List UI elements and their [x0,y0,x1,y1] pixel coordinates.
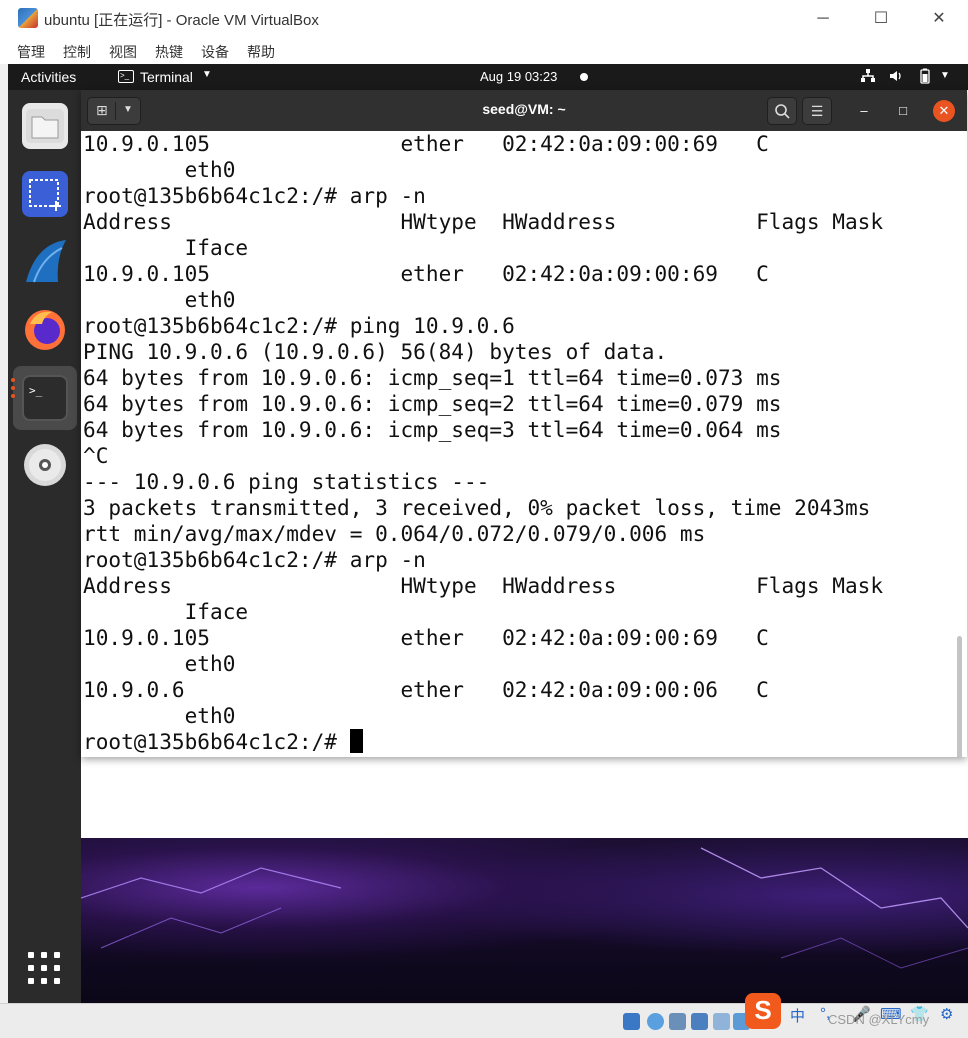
menu-manage[interactable]: 管理 [17,42,45,62]
firefox-icon[interactable] [22,306,68,352]
terminal-line: 64 bytes from 10.9.0.6: icmp_seq=2 ttl=6… [83,391,782,416]
chevron-down-icon: ▼ [202,69,212,80]
hamburger-menu-button[interactable]: ☰ [802,97,832,125]
screenshot-icon[interactable] [22,171,68,217]
network-icon[interactable] [860,68,876,87]
host-titlebar: ubuntu [正在运行] - Oracle VM VirtualBox ─ ☐… [0,0,968,38]
terminal-app-icon: >_ [118,70,134,83]
network-adapter-icon[interactable] [691,1013,708,1030]
usb-icon[interactable] [713,1013,730,1030]
terminal-line: eth0 [83,651,236,676]
terminal-scrollbar[interactable] [957,636,962,757]
terminal-line: Address HWtype HWaddress Flags Mask [83,573,884,598]
activities-button[interactable]: Activities [21,69,76,85]
terminal-line: Iface [83,599,249,624]
svg-text:>_: >_ [29,384,43,397]
host-menubar: 管理 控制 视图 热键 设备 帮助 [0,38,968,64]
terminal-maximize-button[interactable]: □ [892,100,914,122]
terminal-line: root@135b6b64c1c2:/# arp -n [83,183,426,208]
terminal-line: root@135b6b64c1c2:/# ping 10.9.0.6 [83,313,515,338]
ime-tools-icon[interactable]: ⚙ [940,1005,953,1023]
virtualbox-icon [18,8,38,28]
terminal-line: Address HWtype HWaddress Flags Mask [83,209,884,234]
terminal-line: eth0 [83,703,236,728]
terminal-line: ^C [83,443,109,468]
search-button[interactable] [767,97,797,125]
terminal-line: Iface [83,235,249,260]
terminal-prompt-line[interactable]: root@135b6b64c1c2:/# [83,729,883,755]
host-maximize-button[interactable]: ☐ [866,8,896,30]
terminal-line: eth0 [83,157,236,182]
terminal-window[interactable]: ⊞ ▼ seed@VM: ~ ☰ – □ ✕ 10.9.0.105 ether … [81,90,967,757]
menu-control[interactable]: 控制 [63,42,91,62]
audio-icon[interactable] [669,1013,686,1030]
terminal-line: root@135b6b64c1c2:/# arp -n [83,547,426,572]
terminal-line: 10.9.0.105 ether 02:42:0a:09:00:69 C [83,625,769,650]
terminal-line: 3 packets transmitted, 3 received, 0% pa… [83,495,871,520]
csdn-watermark: CSDN @XLYcmy [828,1012,930,1027]
search-icon [775,104,790,119]
terminal-line: 64 bytes from 10.9.0.6: icmp_seq=3 ttl=6… [83,417,782,442]
terminal-line: eth0 [83,287,236,312]
wallpaper [80,838,968,1003]
menu-help[interactable]: 帮助 [247,42,275,62]
terminal-line: 10.9.0.105 ether 02:42:0a:09:00:69 C [83,131,769,156]
storage-icon[interactable] [623,1013,640,1030]
host-left-edge [0,64,8,1003]
battery-icon[interactable] [916,68,934,87]
terminal-line: PING 10.9.0.6 (10.9.0.6) 56(84) bytes of… [83,339,668,364]
system-menu-chevron-icon[interactable]: ▼ [940,70,950,81]
files-icon[interactable] [22,103,68,149]
terminal-line: 64 bytes from 10.9.0.6: icmp_seq=1 ttl=6… [83,365,782,390]
dvd-icon[interactable] [22,442,68,488]
host-close-button[interactable]: ✕ [924,8,954,30]
terminal-minimize-button[interactable]: – [853,100,875,122]
optical-drive-icon[interactable] [647,1013,664,1030]
terminal-headerbar[interactable]: ⊞ ▼ seed@VM: ~ ☰ – □ ✕ [81,90,967,131]
host-window-title: ubuntu [正在运行] - Oracle VM VirtualBox [44,12,319,29]
show-applications-icon[interactable] [28,952,62,986]
menu-devices[interactable]: 设备 [201,42,229,62]
terminal-title: seed@VM: ~ [482,101,566,117]
terminal-icon[interactable]: >_ [22,375,68,421]
terminal-text: 10.9.0.105 ether 02:42:0a:09:00:69 C eth… [83,131,883,755]
terminal-line: 10.9.0.105 ether 02:42:0a:09:00:69 C [83,261,769,286]
host-minimize-button[interactable]: ─ [808,8,838,30]
wireshark-icon[interactable] [22,238,68,284]
sogou-ime-icon[interactable]: S [745,993,781,1029]
notification-dot-icon [580,73,588,81]
terminal-line: --- 10.9.0.6 ping statistics --- [83,469,490,494]
terminal-close-button[interactable]: ✕ [933,100,955,122]
ubuntu-topbar: Activities >_ Terminal ▼ Aug 19 03:23 ▼ [8,64,968,90]
terminal-line: rtt min/avg/max/mdev = 0.064/0.072/0.079… [83,521,706,546]
dock: >_ [8,90,81,1003]
menu-view[interactable]: 视图 [109,42,137,62]
ime-language-indicator[interactable]: 中 [790,1005,805,1026]
menu-hotkeys[interactable]: 热键 [155,42,183,62]
clock-button[interactable]: Aug 19 03:23 [480,69,557,84]
terminal-line: 10.9.0.6 ether 02:42:0a:09:00:06 C [83,677,769,702]
text-cursor [349,729,363,753]
running-indicator [11,378,15,402]
app-menu-button[interactable]: Terminal [140,69,193,85]
volume-icon[interactable] [888,68,904,87]
terminal-output[interactable]: 10.9.0.105 ether 02:42:0a:09:00:69 C eth… [81,131,967,757]
terminal-prompt: root@135b6b64c1c2:/# [83,729,350,754]
